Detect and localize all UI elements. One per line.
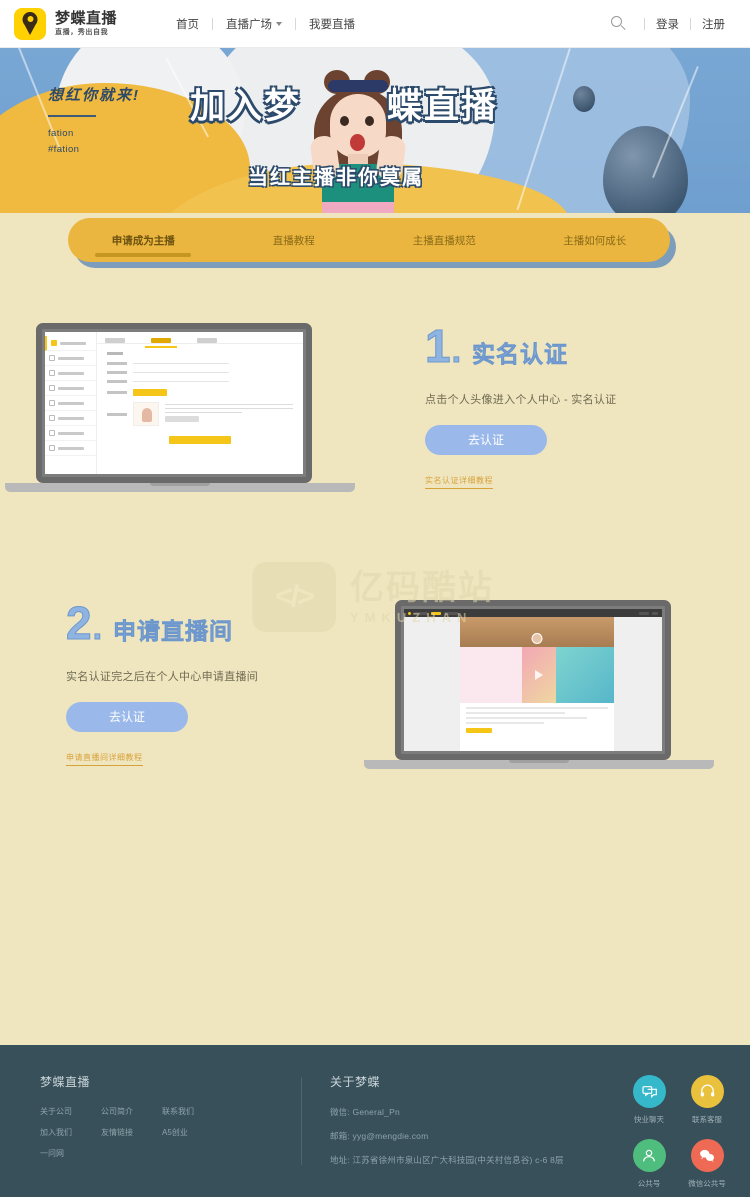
step-1-description: 点击个人头像进入个人中心 - 实名认证 <box>425 393 617 406</box>
footer-social-links: 快业聊天 联系客服 公共号 微信公共号 <box>620 1073 736 1197</box>
footer-about-address: 地址: 江苏省徐州市泉山区广大科技园(中关村信息谷) c-6 8层 <box>329 1155 564 1165</box>
step-2-verify-button[interactable]: 去认证 <box>66 701 188 732</box>
section-tabs: 申请成为主播 直播教程 主播直播规范 主播如何成长 <box>68 218 670 262</box>
step-1: 1. 实名认证 点击个人头像进入个人中心 - 实名认证 去认证 实名认证详细教程 <box>0 319 750 492</box>
footer-about-email: 邮箱: yyg@mengdie.com <box>329 1131 429 1141</box>
banner-left-title: 想红你就来! <box>48 87 140 104</box>
step-1-text: 1. 实名认证 点击个人头像进入个人中心 - 实名认证 去认证 实名认证详细教程 <box>355 319 714 489</box>
step-2-heading: 2. 申请直播间 <box>66 596 355 649</box>
footer-divider <box>301 1077 302 1165</box>
tab-host-growth-label: 主播如何成长 <box>563 234 627 247</box>
step-1-laptop-mockup <box>5 323 355 492</box>
tab-host-growth[interactable]: 主播如何成长 <box>520 218 671 262</box>
main-nav: 首页 直播广场 我要直播 <box>163 16 368 32</box>
step-1-number: 1. <box>425 319 463 372</box>
login-button[interactable]: 登录 <box>645 16 690 32</box>
footer-link-friendly-links[interactable]: 友情链接 <box>101 1127 162 1138</box>
banner-left-text: 想红你就来! fation #fation <box>48 84 140 158</box>
banner-title-part2: 蝶直播 <box>387 87 499 126</box>
step-1-tutorial-link[interactable]: 实名认证详细教程 <box>425 475 493 489</box>
banner-left-rule <box>48 115 96 117</box>
footer-about-column: 关于梦蝶 微信: General_Pn 邮箱: yyg@mengdie.com … <box>330 1073 620 1197</box>
nav-item-go-live-label: 我要直播 <box>309 18 356 31</box>
brand-text: 梦蝶直播 直播，秀出自我 <box>55 11 117 36</box>
footer-link-about-company[interactable]: 关于公司 <box>40 1106 101 1117</box>
brand-name: 梦蝶直播 <box>55 9 118 27</box>
tab-apply-host-label: 申请成为主播 <box>111 234 175 247</box>
search-icon[interactable] <box>608 13 630 35</box>
footer-link-company-intro[interactable]: 公司简介 <box>101 1106 162 1117</box>
step-1-verify-button[interactable]: 去认证 <box>425 424 547 455</box>
footer-about-wechat: 微信: General_Pn <box>329 1107 400 1117</box>
location-pin-icon <box>14 7 46 40</box>
step-1-heading: 1. 实名认证 <box>425 319 714 372</box>
footer-link-contact-us[interactable]: 联系我们 <box>162 1106 223 1117</box>
tab-host-rules-label: 主播直播规范 <box>412 234 476 247</box>
banner-title-part1: 加入梦 <box>190 87 302 126</box>
social-item-chat-label: 快业聊天 <box>634 1115 664 1124</box>
social-item-support-label: 联系客服 <box>692 1115 722 1124</box>
footer-link-yiwen-net[interactable]: 一问网 <box>40 1148 101 1159</box>
social-item-public-account[interactable]: 公共号 <box>620 1139 678 1197</box>
banner-subtitle: 当红主播非你莫属 <box>248 167 424 189</box>
chevron-down-icon <box>276 21 283 26</box>
wechat-icon <box>690 1139 724 1172</box>
tab-live-tutorial-label: 直播教程 <box>272 234 315 247</box>
nav-item-live-plaza-label: 直播广场 <box>226 18 273 31</box>
banner-left-sub: fation #fation <box>48 126 140 158</box>
tab-apply-host[interactable]: 申请成为主播 <box>68 218 219 262</box>
nav-item-home[interactable]: 首页 <box>163 16 212 32</box>
step-1-title: 实名认证 <box>472 340 569 367</box>
banner-dot-dark <box>573 86 595 112</box>
banner-title: 加入梦 蝶直播 <box>190 78 498 129</box>
tab-host-rules[interactable]: 主播直播规范 <box>369 218 520 262</box>
footer-link-join-us[interactable]: 加入我们 <box>40 1127 101 1138</box>
register-button[interactable]: 注册 <box>691 16 736 32</box>
footer-link-a5-startup[interactable]: A5创业 <box>162 1127 223 1138</box>
banner-left-sub-line2: #fation <box>48 143 80 155</box>
headset-support-icon <box>690 1075 724 1108</box>
footer-brand-title: 梦蝶直播 <box>40 1075 91 1089</box>
step-2-text: 2. 申请直播间 实名认证完之后在个人中心申请直播间 去认证 申请直播间详细教程 <box>36 596 395 766</box>
social-item-public-account-label: 公共号 <box>637 1179 661 1188</box>
social-item-wechat[interactable]: 微信公共号 <box>678 1139 736 1197</box>
brand-slogan: 直播，秀出自我 <box>55 28 109 36</box>
step-2: 2. 申请直播间 实名认证完之后在个人中心申请直播间 去认证 申请直播间详细教程 <box>0 596 750 769</box>
header-right: 登录 注册 <box>608 13 736 35</box>
logo[interactable]: 梦蝶直播 直播，秀出自我 <box>14 7 117 40</box>
footer-brand-column: 梦蝶直播 关于公司 公司简介 联系我们 加入我们 友情链接 A5创业 一问网 <box>40 1073 301 1197</box>
social-item-wechat-label: 微信公共号 <box>688 1179 726 1188</box>
user-person-icon <box>632 1139 666 1172</box>
social-item-support[interactable]: 联系客服 <box>678 1075 736 1133</box>
nav-item-live-plaza[interactable]: 直播广场 <box>213 16 295 32</box>
step-2-title: 申请直播间 <box>113 617 234 644</box>
step-2-tutorial-link[interactable]: 申请直播间详细教程 <box>66 752 143 766</box>
site-header: 梦蝶直播 直播，秀出自我 首页 直播广场 我要直播 登录 注册 <box>0 0 750 48</box>
hero-banner: 想红你就来! fation #fation 加入梦 蝶直播 当红主播非你莫属 <box>0 48 750 213</box>
nav-item-home-label: 首页 <box>176 18 200 31</box>
site-footer: 梦蝶直播 关于公司 公司简介 联系我们 加入我们 友情链接 A5创业 一问网 关… <box>0 1045 750 1197</box>
tab-live-tutorial[interactable]: 直播教程 <box>219 218 370 262</box>
step-2-number: 2. <box>66 596 104 649</box>
nav-item-go-live[interactable]: 我要直播 <box>296 16 368 32</box>
chat-bubble-icon <box>632 1075 666 1108</box>
footer-links: 关于公司 公司简介 联系我们 加入我们 友情链接 A5创业 一问网 <box>40 1106 270 1169</box>
step-2-laptop-mockup <box>364 600 714 769</box>
section-tabs-wrapper: 申请成为主播 直播教程 主播直播规范 主播如何成长 <box>0 213 750 275</box>
footer-about-title: 关于梦蝶 <box>329 1075 380 1089</box>
banner-left-sub-line1: fation <box>48 127 74 139</box>
steps-section: 1. 实名认证 点击个人头像进入个人中心 - 实名认证 去认证 实名认证详细教程… <box>0 319 750 769</box>
social-item-chat[interactable]: 快业聊天 <box>620 1075 678 1133</box>
step-2-description: 实名认证完之后在个人中心申请直播间 <box>66 670 259 683</box>
